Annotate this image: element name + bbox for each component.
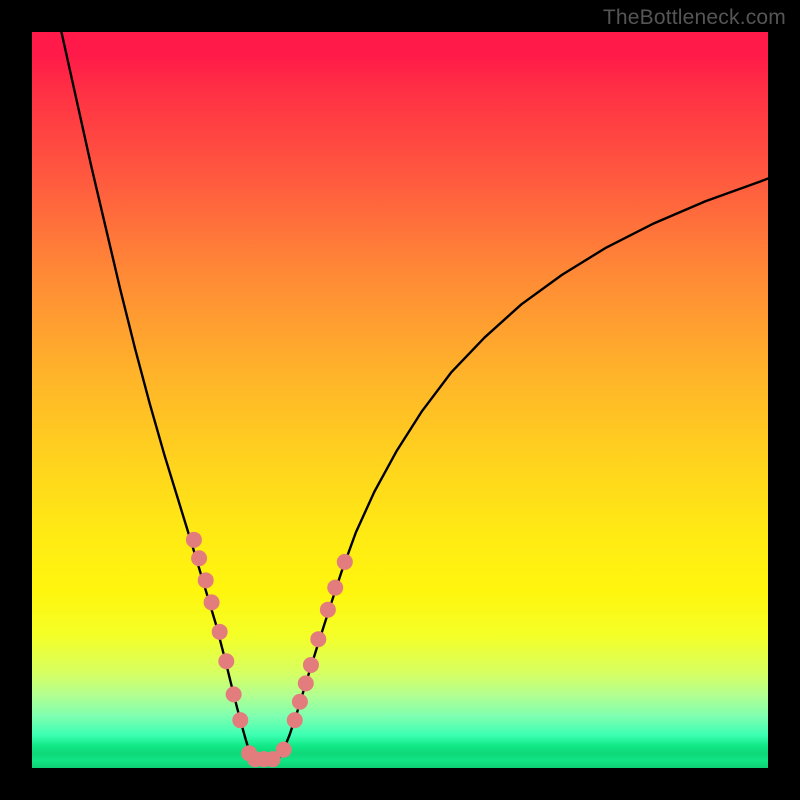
data-marker (292, 694, 308, 710)
data-marker (287, 712, 303, 728)
curve-right-curve (279, 178, 768, 759)
data-marker (186, 532, 202, 548)
watermark-text: TheBottleneck.com (603, 6, 786, 30)
chart-frame: TheBottleneck.com (0, 0, 800, 800)
chart-plot-area (32, 32, 768, 768)
data-marker (218, 653, 234, 669)
data-marker (204, 594, 220, 610)
data-marker (198, 572, 214, 588)
data-marker (327, 580, 343, 596)
data-marker (191, 550, 207, 566)
data-marker (320, 602, 336, 618)
data-marker (232, 712, 248, 728)
data-marker (212, 624, 228, 640)
data-marker (226, 686, 242, 702)
curve-layer (61, 32, 768, 759)
marker-layer (186, 532, 353, 767)
curve-left-curve (61, 32, 252, 759)
data-marker (310, 631, 326, 647)
data-marker (337, 554, 353, 570)
chart-svg (32, 32, 768, 768)
data-marker (276, 742, 292, 758)
data-marker (303, 657, 319, 673)
data-marker (298, 675, 314, 691)
